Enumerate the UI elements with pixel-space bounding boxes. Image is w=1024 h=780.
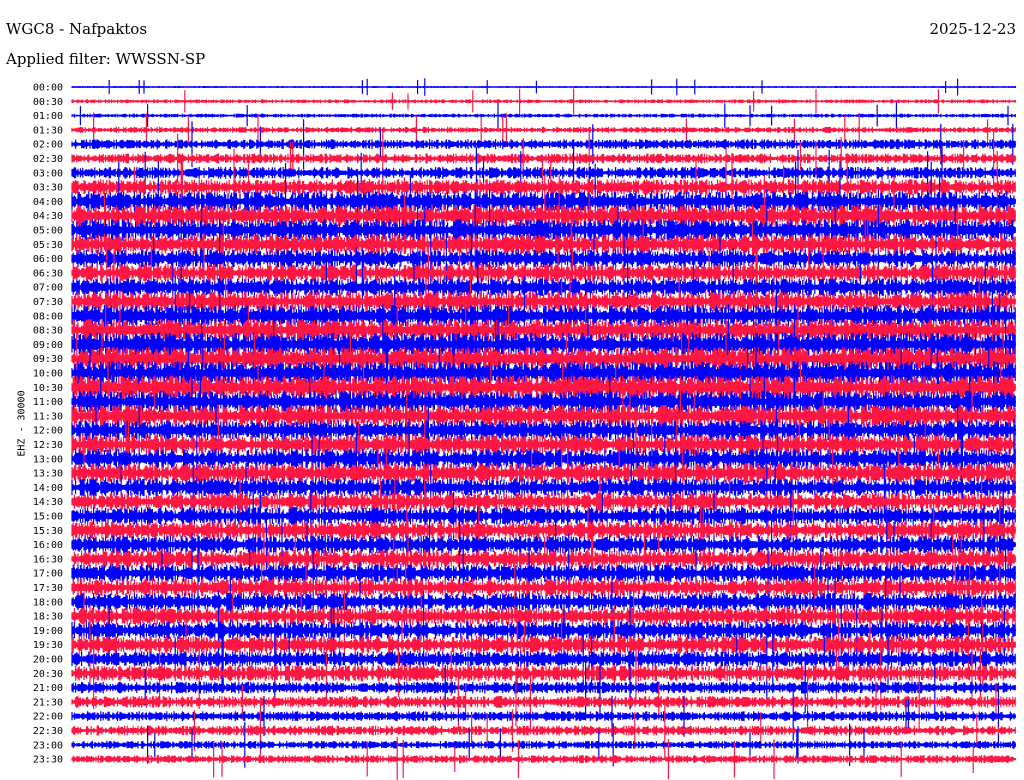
row-time-label: 05:00 — [33, 226, 63, 237]
row-time-label: 18:00 — [33, 597, 63, 608]
row-time-label: 08:00 — [33, 311, 63, 322]
row-time-label: 19:00 — [33, 626, 63, 637]
row-time-label: 23:30 — [33, 755, 63, 766]
row-time-label: 15:30 — [33, 526, 63, 537]
row-time-label: 05:30 — [33, 240, 63, 251]
row-time-label: 20:30 — [33, 669, 63, 680]
row-time-label: 17:00 — [33, 569, 63, 580]
row-time-label: 15:00 — [33, 512, 63, 523]
row-time-label: 03:30 — [33, 183, 63, 194]
row-time-label: 02:30 — [33, 154, 63, 165]
row-time-label: 10:00 — [33, 369, 63, 380]
row-time-label: 23:00 — [33, 740, 63, 751]
row-time-label: 03:00 — [33, 168, 63, 179]
row-time-label: 01:30 — [33, 125, 63, 136]
row-time-label: 16:30 — [33, 554, 63, 565]
row-time-label: 14:30 — [33, 497, 63, 508]
row-time-label: 00:00 — [33, 83, 63, 94]
row-time-label: 07:30 — [33, 297, 63, 308]
row-time-label: 11:00 — [33, 397, 63, 408]
row-time-label: 00:30 — [33, 97, 63, 108]
row-time-label: 21:30 — [33, 697, 63, 708]
row-time-label: 13:30 — [33, 469, 63, 480]
row-time-label: 06:00 — [33, 254, 63, 265]
row-time-label: 04:00 — [33, 197, 63, 208]
row-time-label: 09:30 — [33, 354, 63, 365]
row-time-label: 20:00 — [33, 655, 63, 666]
row-time-label: 01:00 — [33, 111, 63, 122]
row-time-label: 12:00 — [33, 426, 63, 437]
row-time-label: 02:00 — [33, 140, 63, 151]
row-time-label: 14:00 — [33, 483, 63, 494]
row-time-label: 19:30 — [33, 640, 63, 651]
row-time-label: 10:30 — [33, 383, 63, 394]
row-time-label: 06:30 — [33, 268, 63, 279]
row-time-label: 22:00 — [33, 712, 63, 723]
row-time-label: 08:30 — [33, 326, 63, 337]
row-time-label: 07:00 — [33, 283, 63, 294]
row-time-label: 18:30 — [33, 612, 63, 623]
row-time-label: 22:30 — [33, 726, 63, 737]
row-time-label: 13:00 — [33, 454, 63, 465]
row-time-label: 16:00 — [33, 540, 63, 551]
row-time-label: 04:30 — [33, 211, 63, 222]
seismogram-plot: 00:00 00:30 01:00 01:30 02:00 02:30 03:00 03:30… — [33, 78, 1016, 780]
row-time-label: 12:30 — [33, 440, 63, 451]
row-time-label: 21:00 — [33, 683, 63, 694]
row-time-label: 11:30 — [33, 411, 63, 422]
row-time-label: 09:00 — [33, 340, 63, 351]
row-time-label: 17:30 — [33, 583, 63, 594]
